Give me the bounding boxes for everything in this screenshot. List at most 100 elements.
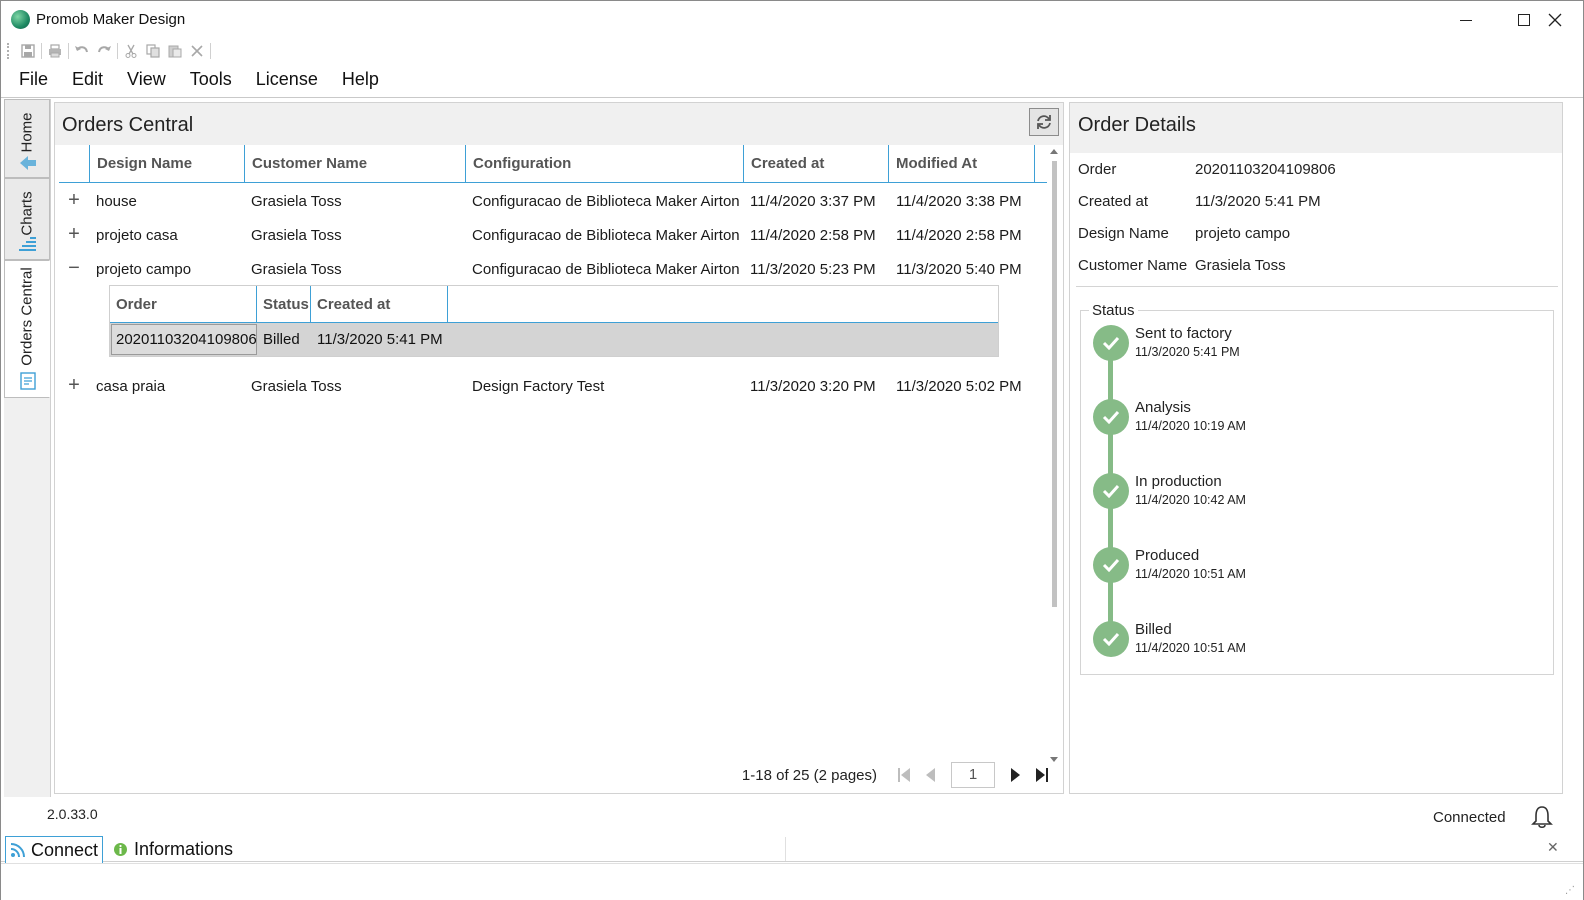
print-icon[interactable] (44, 41, 66, 61)
menu-divider (1, 97, 1583, 98)
resize-grip-icon[interactable]: ⋰ (1565, 885, 1575, 896)
app-window: Promob Maker Design File Edit View Tools… (0, 0, 1584, 900)
tab-charts[interactable]: Charts (4, 178, 50, 260)
subgrid-header-order[interactable]: Order (110, 286, 257, 323)
cell-created-at: 11/3/2020 5:23 PM (750, 261, 876, 278)
toolbar-separator (117, 43, 118, 59)
tab-connect[interactable]: Connect (5, 836, 104, 863)
tab-informations[interactable]: Informations (109, 836, 237, 863)
orders-header: Orders Central (55, 103, 1063, 145)
menu-view[interactable]: View (115, 67, 178, 95)
menu-help[interactable]: Help (330, 67, 391, 95)
tab-home[interactable]: Home (4, 99, 50, 178)
redo-icon[interactable] (93, 41, 115, 61)
step-name: Billed (1135, 621, 1172, 638)
menu-tools[interactable]: Tools (178, 67, 244, 95)
menu-license[interactable]: License (244, 67, 330, 95)
app-title: Promob Maker Design (36, 11, 186, 28)
quick-toolbar (7, 41, 213, 61)
column-header-modified-at[interactable]: Modified At (888, 145, 1035, 183)
close-icon[interactable]: ✕ (1547, 839, 1559, 856)
check-icon (1093, 399, 1129, 435)
subgrid-header: Order Status Created at (110, 286, 998, 323)
status-group: Status Sent to factory 11/3/2020 5:41 PM… (1080, 302, 1554, 675)
table-row[interactable]: + projeto casa Grasiela Toss Configuraca… (59, 218, 1047, 252)
cut-icon[interactable] (120, 41, 142, 61)
step-name: Sent to factory (1135, 325, 1232, 342)
cell-customer-name: Grasiela Toss (251, 193, 342, 210)
cell-design-name: projeto casa (96, 227, 178, 244)
cell-customer-name: Grasiela Toss (251, 261, 342, 278)
step-date: 11/4/2020 10:19 AM (1135, 419, 1246, 433)
home-icon (20, 156, 36, 170)
paste-icon[interactable] (164, 41, 186, 61)
subgrid-header-created-at[interactable]: Created at (311, 286, 448, 323)
menu-bar: File Edit View Tools License Help (7, 67, 391, 95)
expand-toggle[interactable]: + (67, 190, 81, 210)
pager-summary: 1-18 of 25 (2 pages) (741, 766, 877, 784)
charts-icon (19, 237, 36, 251)
collapse-toggle[interactable]: − (67, 258, 81, 278)
status-step: Produced 11/4/2020 10:51 AM (1093, 547, 1533, 587)
cell-configuration: Design Factory Test (472, 378, 605, 395)
status-step: Billed 11/4/2020 10:51 AM (1093, 621, 1533, 661)
detail-label: Customer Name (1078, 257, 1188, 274)
bottom-divider (785, 837, 786, 861)
toolbar-separator (210, 43, 211, 59)
detail-label: Design Name (1078, 225, 1169, 242)
previous-page-icon (926, 768, 935, 782)
page-number-input[interactable]: 1 (951, 762, 995, 788)
toolbar-grip[interactable] (7, 43, 11, 59)
tab-home-label: Home (18, 112, 36, 153)
cell-modified-at: 11/4/2020 3:38 PM (896, 193, 1022, 210)
delete-icon[interactable] (186, 41, 208, 61)
subgrid-row-selected[interactable]: 20201103204109806 Billed 11/3/2020 5:41 … (110, 323, 998, 356)
step-date: 11/4/2020 10:42 AM (1135, 493, 1246, 507)
first-page-button[interactable] (891, 763, 917, 787)
cell-created-at: 11/3/2020 3:20 PM (750, 378, 876, 395)
cell-modified-at: 11/3/2020 5:02 PM (896, 378, 1022, 395)
undo-icon[interactable] (71, 41, 93, 61)
status-step: Analysis 11/4/2020 10:19 AM (1093, 399, 1533, 439)
last-page-icon (1036, 768, 1048, 782)
column-header-configuration[interactable]: Configuration (465, 145, 744, 183)
last-page-button[interactable] (1029, 763, 1055, 787)
expand-toggle[interactable]: + (67, 375, 81, 395)
expand-toggle[interactable]: + (67, 224, 81, 244)
toolbar-separator (41, 43, 42, 59)
column-header-customer-name[interactable]: Customer Name (244, 145, 466, 183)
menu-file[interactable]: File (7, 67, 60, 95)
tab-orders-central[interactable]: Orders Central (4, 260, 50, 398)
column-header-design-name[interactable]: Design Name (89, 145, 245, 183)
rss-icon (10, 842, 25, 857)
cell-configuration: Configuracao de Biblioteca Maker Airton (472, 193, 740, 210)
save-icon[interactable] (17, 41, 39, 61)
subgrid-header-status[interactable]: Status (257, 286, 311, 323)
first-page-icon (898, 768, 910, 782)
copy-icon[interactable] (142, 41, 164, 61)
step-name: Produced (1135, 547, 1200, 564)
table-row[interactable]: − projeto campo Grasiela Toss Configurac… (59, 252, 1047, 286)
cell-design-name: casa praia (96, 378, 166, 395)
previous-page-button[interactable] (917, 763, 943, 787)
cell-design-name: projeto campo (96, 261, 192, 278)
orders-central-panel: Orders Central Design Name Customer Name… (54, 102, 1064, 794)
connection-status: Connected (1433, 809, 1506, 826)
close-button[interactable] (1525, 1, 1584, 39)
scroll-up-icon[interactable] (1050, 149, 1058, 154)
cell-customer-name: Grasiela Toss (251, 378, 342, 395)
check-icon (1093, 325, 1129, 361)
refresh-button[interactable] (1029, 108, 1059, 136)
scroll-thumb[interactable] (1052, 161, 1057, 607)
vertical-scrollbar[interactable] (1049, 147, 1061, 767)
cell-customer-name: Grasiela Toss (251, 227, 342, 244)
app-logo-icon (11, 10, 30, 29)
next-page-button[interactable] (1003, 763, 1029, 787)
column-header-created-at[interactable]: Created at (743, 145, 889, 183)
minimize-button[interactable] (1437, 1, 1495, 39)
table-row[interactable]: + casa praia Grasiela Toss Design Factor… (59, 369, 1047, 403)
output-area (1, 863, 1583, 900)
bell-icon[interactable] (1531, 805, 1553, 829)
table-row[interactable]: + house Grasiela Toss Configuracao de Bi… (59, 184, 1047, 218)
menu-edit[interactable]: Edit (60, 67, 115, 95)
